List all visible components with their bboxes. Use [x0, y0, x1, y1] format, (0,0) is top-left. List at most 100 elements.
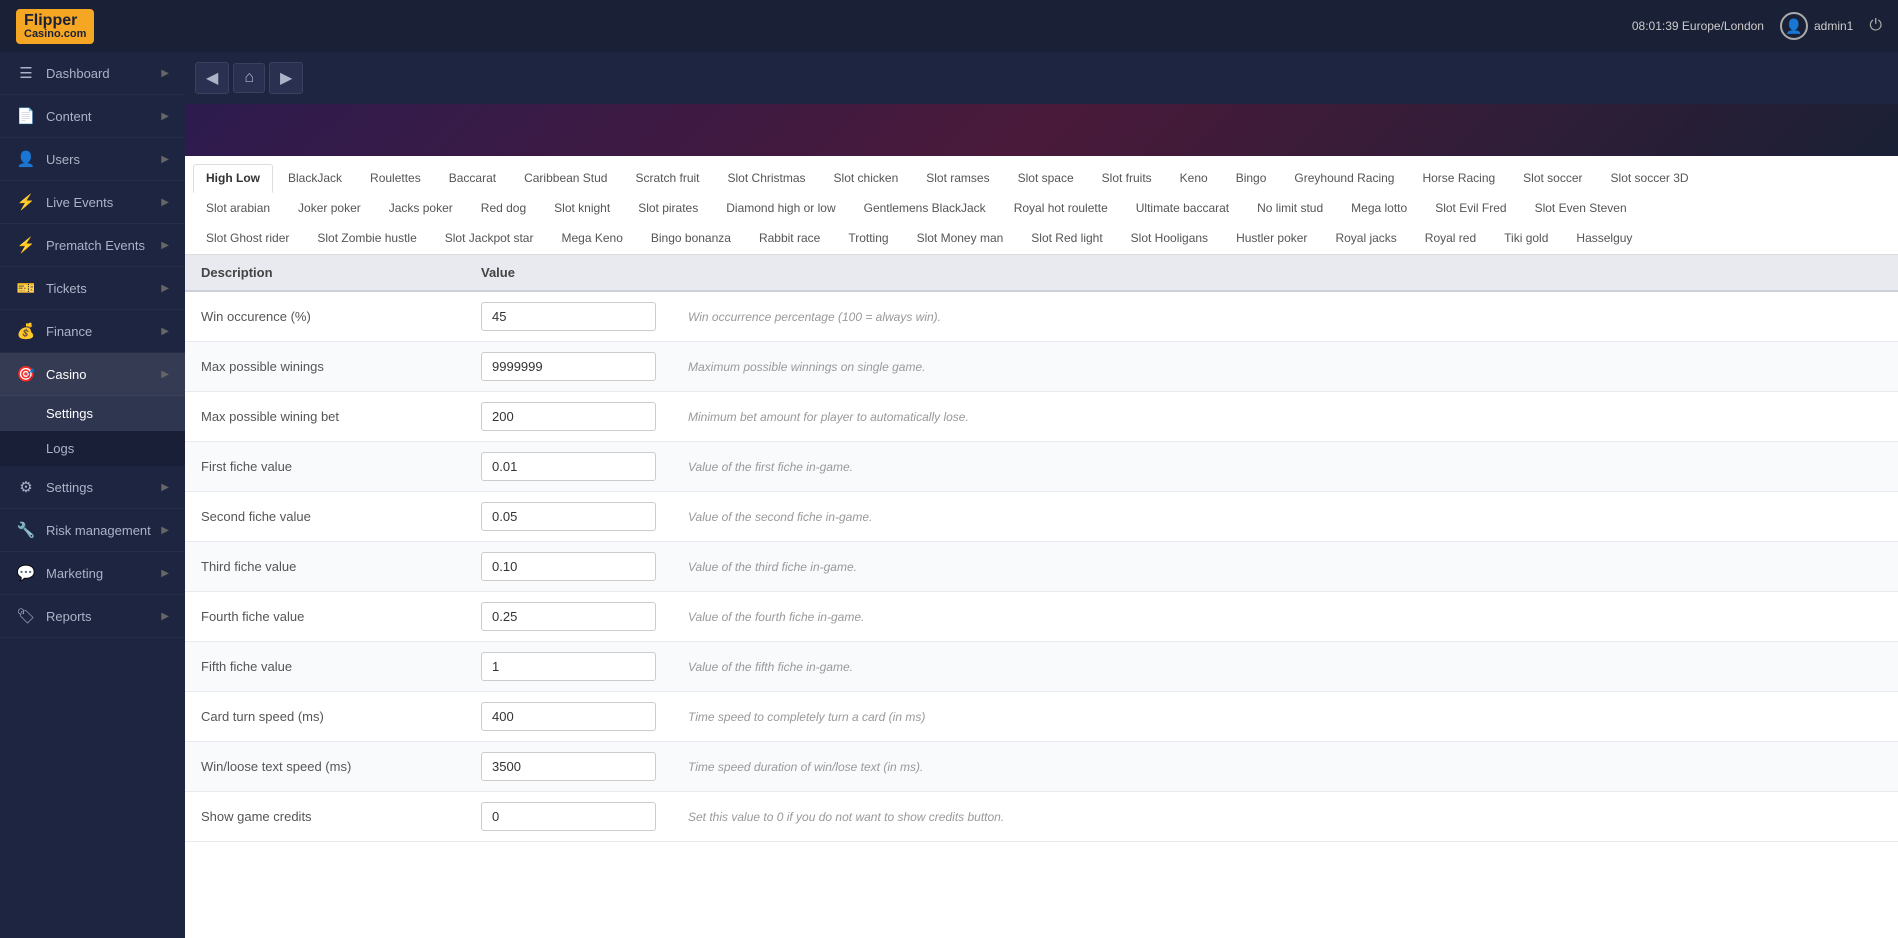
users-icon: 👤	[16, 150, 36, 168]
tab-slot-ghost-rider[interactable]: Slot Ghost rider	[193, 224, 302, 252]
nav-home-button[interactable]: ⌂	[233, 63, 265, 93]
row-input-third-fiche[interactable]	[481, 552, 656, 581]
row-hint-max-possible-winnings: Maximum possible winnings on single game…	[672, 342, 1898, 392]
tab-caribbean-stud[interactable]: Caribbean Stud	[511, 164, 620, 192]
risk-icon: 🔧	[16, 521, 36, 539]
sidebar-item-finance[interactable]: 💰Finance ▶	[0, 310, 185, 353]
chevron-right-icon: ▶	[161, 68, 169, 79]
row-hint-second-fiche: Value of the second fiche in-game.	[672, 492, 1898, 542]
sidebar-item-settings[interactable]: ⚙Settings ▶	[0, 466, 185, 509]
tab-slot-soccer-3d[interactable]: Slot soccer 3D	[1598, 164, 1702, 192]
tab-joker-poker[interactable]: Joker poker	[285, 194, 374, 222]
tab-royal-hot-roulette[interactable]: Royal hot roulette	[1001, 194, 1121, 222]
tab-slot-zombie-hustle[interactable]: Slot Zombie hustle	[304, 224, 429, 252]
tab-tiki-gold[interactable]: Tiki gold	[1491, 224, 1561, 252]
tab-mega-keno[interactable]: Mega Keno	[548, 224, 635, 252]
tab-slot-jackpot-star[interactable]: Slot Jackpot star	[432, 224, 547, 252]
row-input-second-fiche[interactable]	[481, 502, 656, 531]
tab-greyhound-racing[interactable]: Greyhound Racing	[1281, 164, 1407, 192]
tab-slot-christmas[interactable]: Slot Christmas	[715, 164, 819, 192]
sidebar-item-dashboard[interactable]: ☰Dashboard ▶	[0, 52, 185, 95]
tab-bingo-bonanza[interactable]: Bingo bonanza	[638, 224, 744, 252]
row-description-fifth-fiche: Fifth fiche value	[185, 642, 465, 692]
tab-slot-evil-fred[interactable]: Slot Evil Fred	[1422, 194, 1519, 222]
tab-diamond-high-low[interactable]: Diamond high or low	[713, 194, 848, 222]
sidebar-item-reports[interactable]: 🏷Reports ▶	[0, 595, 185, 638]
tab-ultimate-baccarat[interactable]: Ultimate baccarat	[1123, 194, 1242, 222]
tab-blackjack[interactable]: BlackJack	[275, 164, 355, 192]
tab-slot-space[interactable]: Slot space	[1005, 164, 1087, 192]
sidebar-item-content[interactable]: 📄Content ▶	[0, 95, 185, 138]
logo: Flipper Casino.com	[16, 9, 98, 44]
tab-hustler-poker[interactable]: Hustler poker	[1223, 224, 1320, 252]
tab-scratch-fruit[interactable]: Scratch fruit	[622, 164, 712, 192]
sidebar-item-prematch-events[interactable]: ⚡Prematch Events ▶	[0, 224, 185, 267]
tab-slot-pirates[interactable]: Slot pirates	[625, 194, 711, 222]
row-input-first-fiche[interactable]	[481, 452, 656, 481]
content-icon: 📄	[16, 107, 36, 125]
tab-baccarat[interactable]: Baccarat	[436, 164, 509, 192]
row-input-fourth-fiche[interactable]	[481, 602, 656, 631]
row-input-win-occurrence[interactable]	[481, 302, 656, 331]
row-input-max-possible-winnings[interactable]	[481, 352, 656, 381]
tab-jacks-poker[interactable]: Jacks poker	[376, 194, 466, 222]
row-value-cell-first-fiche	[465, 442, 672, 492]
tabs-row-2: Slot arabianJoker pokerJacks pokerRed do…	[193, 194, 1890, 222]
tab-royal-red[interactable]: Royal red	[1412, 224, 1489, 252]
tab-slot-fruits[interactable]: Slot fruits	[1089, 164, 1165, 192]
row-description-card-turn-speed: Card turn speed (ms)	[185, 692, 465, 742]
tab-roulettes[interactable]: Roulettes	[357, 164, 434, 192]
tab-keno[interactable]: Keno	[1167, 164, 1221, 192]
tab-slot-hooligans[interactable]: Slot Hooligans	[1118, 224, 1221, 252]
table-row: Card turn speed (ms) Time speed to comple…	[185, 692, 1898, 742]
tab-rabbit-race[interactable]: Rabbit race	[746, 224, 833, 252]
row-input-show-game-credits[interactable]	[481, 802, 656, 831]
tab-gentlemens-blackjack[interactable]: Gentlemens BlackJack	[851, 194, 999, 222]
sidebar-item-casino[interactable]: 🎯Casino ▶	[0, 353, 185, 396]
col-value: Value	[465, 255, 672, 291]
sidebar-subitem-settings[interactable]: Settings	[0, 396, 185, 431]
row-value-cell-fourth-fiche	[465, 592, 672, 642]
row-input-win-loose-text-speed[interactable]	[481, 752, 656, 781]
tab-slot-red-light[interactable]: Slot Red light	[1018, 224, 1115, 252]
tab-slot-soccer[interactable]: Slot soccer	[1510, 164, 1595, 192]
tab-high-low[interactable]: High Low	[193, 164, 273, 193]
row-input-card-turn-speed[interactable]	[481, 702, 656, 731]
content-area: ◀ ⌂ ▶ High LowBlackJackRoulettesBaccarat…	[185, 52, 1898, 938]
tabs-row-1: High LowBlackJackRoulettesBaccaratCaribb…	[193, 164, 1890, 192]
nav-forward-button[interactable]: ▶	[269, 62, 303, 94]
tab-mega-lotto[interactable]: Mega lotto	[1338, 194, 1420, 222]
table-row: Fourth fiche valueValue of the fourth fi…	[185, 592, 1898, 642]
tab-slot-even-steven[interactable]: Slot Even Steven	[1522, 194, 1640, 222]
row-input-fifth-fiche[interactable]	[481, 652, 656, 681]
row-input-max-possible-wining-bet[interactable]	[481, 402, 656, 431]
sidebar-item-marketing[interactable]: 💬Marketing ▶	[0, 552, 185, 595]
topbar-time: 08:01:39 Europe/London	[1632, 19, 1764, 33]
tab-slot-ramses[interactable]: Slot ramses	[913, 164, 1002, 192]
tab-horse-racing[interactable]: Horse Racing	[1409, 164, 1508, 192]
sidebar: ☰Dashboard ▶ 📄Content ▶ 👤Users ▶ ⚡Live E…	[0, 52, 185, 938]
row-hint-fourth-fiche: Value of the fourth fiche in-game.	[672, 592, 1898, 642]
row-value-cell-fifth-fiche	[465, 642, 672, 692]
row-value-cell-second-fiche	[465, 492, 672, 542]
sidebar-item-users[interactable]: 👤Users ▶	[0, 138, 185, 181]
tab-slot-chicken[interactable]: Slot chicken	[821, 164, 912, 192]
settings-table: Description Value Win occurence (%)Win o…	[185, 255, 1898, 842]
logout-icon[interactable]: ⏻	[1869, 17, 1882, 35]
sidebar-item-tickets[interactable]: 🎫Tickets ▶	[0, 267, 185, 310]
tab-no-limit-stud[interactable]: No limit stud	[1244, 194, 1336, 222]
sidebar-subitem-logs[interactable]: Logs	[0, 431, 185, 466]
tab-slot-money-man[interactable]: Slot Money man	[904, 224, 1017, 252]
nav-back-button[interactable]: ◀	[195, 62, 229, 94]
sidebar-item-live-events[interactable]: ⚡Live Events ▶	[0, 181, 185, 224]
tab-slot-knight[interactable]: Slot knight	[541, 194, 623, 222]
tab-slot-arabian[interactable]: Slot arabian	[193, 194, 283, 222]
reports-icon: 🏷	[16, 607, 36, 625]
tab-trotting[interactable]: Trotting	[835, 224, 901, 252]
row-hint-card-turn-speed: Time speed to completely turn a card (in…	[672, 692, 1898, 742]
sidebar-item-risk-mgmt[interactable]: 🔧Risk management ▶	[0, 509, 185, 552]
tab-bingo[interactable]: Bingo	[1223, 164, 1280, 192]
tab-royal-jacks[interactable]: Royal jacks	[1322, 224, 1409, 252]
tab-red-dog[interactable]: Red dog	[468, 194, 539, 222]
tab-hasselguy[interactable]: Hasselguy	[1563, 224, 1645, 252]
